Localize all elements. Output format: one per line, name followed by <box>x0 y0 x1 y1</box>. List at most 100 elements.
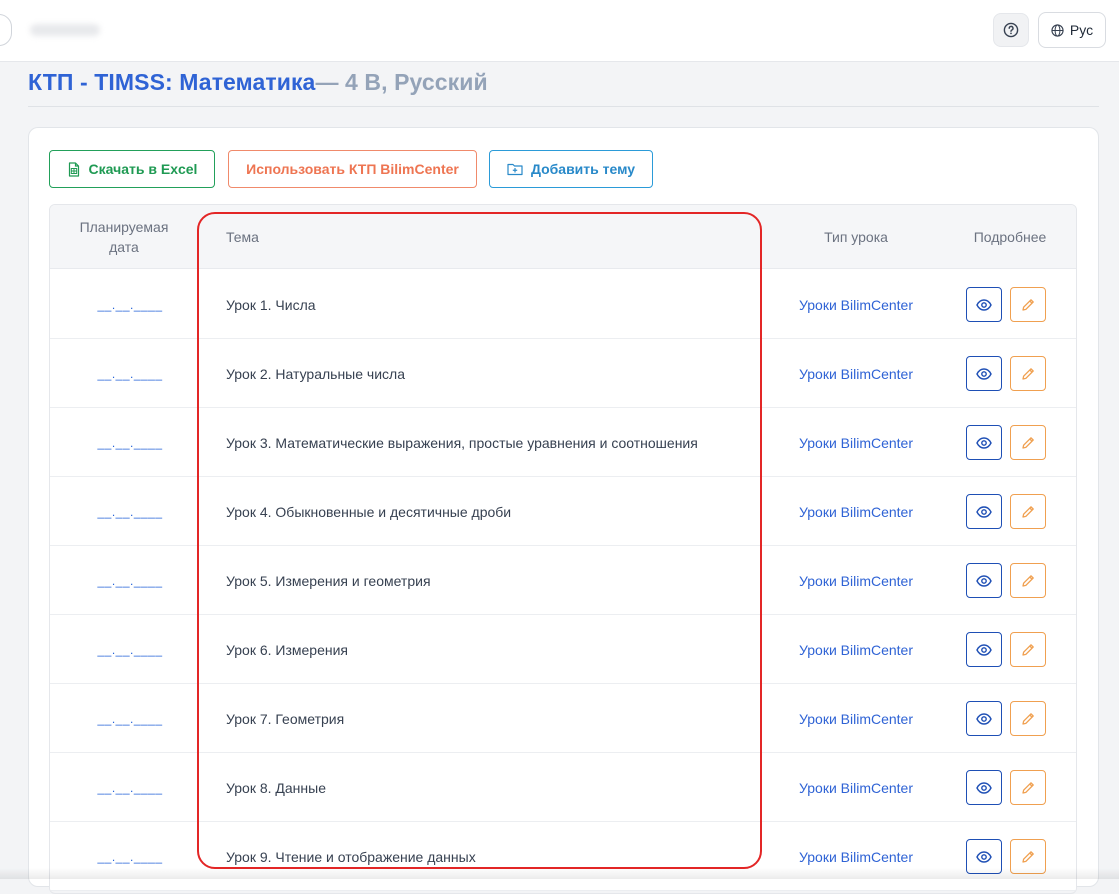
pencil-icon <box>1022 574 1034 587</box>
planned-date: __.__.____ <box>97 504 163 519</box>
row-actions <box>966 408 1046 477</box>
lesson-type-link[interactable]: Уроки BilimCenter <box>770 339 942 408</box>
lesson-type-link[interactable]: Уроки BilimCenter <box>770 684 942 753</box>
pencil-icon <box>1022 781 1034 794</box>
edit-button[interactable] <box>1010 701 1046 736</box>
topic-title: Урок 5. Измерения и геометрия <box>226 572 431 589</box>
eye-icon <box>976 574 992 587</box>
eye-icon <box>976 712 992 725</box>
column-header-more: Подробнее <box>973 229 1047 245</box>
column-header-topic: Тема <box>226 229 259 245</box>
ktp-card: Скачать в Excel Использовать КТП BilimCe… <box>28 127 1099 894</box>
edit-button[interactable] <box>1010 632 1046 667</box>
folder-plus-icon <box>507 163 523 176</box>
eye-icon <box>976 367 992 380</box>
table-row: __.__.____ Урок 3. Математические выражен… <box>50 408 1076 477</box>
row-actions <box>966 339 1046 408</box>
planned-date: __.__.____ <box>97 780 163 795</box>
topic-title: Урок 4. Обыкновенные и десятичные дроби <box>226 503 512 520</box>
table-row: __.__.____ Урок 7. Геометрия Уроки BilimCe… <box>50 684 1076 753</box>
help-button[interactable] <box>993 13 1029 47</box>
planned-date: __.__.____ <box>97 711 163 726</box>
spreadsheet-file-icon <box>68 161 79 177</box>
pencil-icon <box>1022 643 1034 656</box>
eye-icon <box>976 505 992 518</box>
edit-button[interactable] <box>1010 356 1046 391</box>
row-actions <box>966 684 1046 753</box>
view-button[interactable] <box>966 563 1002 598</box>
edit-button[interactable] <box>1010 494 1046 529</box>
column-header-date: Планируемая дата <box>79 219 169 255</box>
pencil-icon <box>1022 298 1034 311</box>
pencil-icon <box>1022 505 1034 518</box>
pencil-icon <box>1022 436 1034 449</box>
eye-icon <box>976 298 992 311</box>
view-button[interactable] <box>966 287 1002 322</box>
view-button[interactable] <box>966 632 1002 667</box>
topic-title: Урок 2. Натуральные числа <box>226 365 405 382</box>
eye-icon <box>976 781 992 794</box>
back-button[interactable] <box>0 14 12 46</box>
view-button[interactable] <box>966 356 1002 391</box>
bottom-fade <box>0 868 1119 879</box>
add-topic-button[interactable]: Добавить тему <box>489 150 653 188</box>
pencil-icon <box>1022 712 1034 725</box>
edit-button[interactable] <box>1010 425 1046 460</box>
table-row: __.__.____ Урок 1. Числа Уроки BilimCenter <box>50 270 1076 339</box>
lesson-type-link[interactable]: Уроки BilimCenter <box>770 546 942 615</box>
planned-date: __.__.____ <box>97 366 163 381</box>
column-header-type: Тип урока <box>824 229 888 245</box>
topic-title: Урок 1. Числа <box>226 296 316 313</box>
eye-icon <box>976 850 992 863</box>
row-actions <box>966 546 1046 615</box>
add-topic-label: Добавить тему <box>530 161 636 177</box>
row-actions <box>966 477 1046 546</box>
use-bilimcenter-ktp-button[interactable]: Использовать КТП BilimCenter <box>228 150 477 188</box>
lesson-type-link[interactable]: Уроки BilimCenter <box>770 477 942 546</box>
breadcrumb <box>30 24 100 36</box>
question-circle-icon <box>1003 22 1019 38</box>
download-excel-button[interactable]: Скачать в Excel <box>49 150 215 188</box>
planned-date: __.__.____ <box>97 297 163 312</box>
lesson-type-link[interactable]: Уроки BilimCenter <box>770 408 942 477</box>
row-actions <box>966 822 1046 891</box>
planned-date: __.__.____ <box>97 435 163 450</box>
edit-button[interactable] <box>1010 563 1046 598</box>
globe-icon <box>1051 23 1064 37</box>
eye-icon <box>976 436 992 449</box>
view-button[interactable] <box>966 701 1002 736</box>
lesson-type-link[interactable]: Уроки BilimCenter <box>770 270 942 339</box>
topic-title: Урок 7. Геометрия <box>226 710 345 727</box>
eye-icon <box>976 643 992 656</box>
page-title: КТП - TIMSS: Математика— 4 В, Русский <box>28 69 488 96</box>
table-row: __.__.____ Урок 6. Измерения Уроки BilimCe… <box>50 615 1076 684</box>
table-row: __.__.____ Урок 2. Натуральные числа Уроки… <box>50 339 1076 408</box>
edit-button[interactable] <box>1010 770 1046 805</box>
top-bar: Рус <box>0 0 1119 62</box>
lesson-type-link[interactable]: Уроки BilimCenter <box>770 615 942 684</box>
topic-title: Урок 6. Измерения <box>226 641 349 658</box>
topic-title: Урок 8. Данные <box>226 779 326 796</box>
planned-date: __.__.____ <box>97 642 163 657</box>
view-button[interactable] <box>966 494 1002 529</box>
planned-date: __.__.____ <box>97 849 163 864</box>
lesson-type-link[interactable]: Уроки BilimCenter <box>770 822 942 891</box>
view-button[interactable] <box>966 425 1002 460</box>
table-header: Планируемая дата Тема Тип урока Подробне… <box>50 205 1076 269</box>
topic-title: Урок 3. Математические выражения, просты… <box>226 434 698 451</box>
use-bilimcenter-ktp-label: Использовать КТП BilimCenter <box>246 161 459 177</box>
lesson-type-link[interactable]: Уроки BilimCenter <box>770 753 942 822</box>
view-button[interactable] <box>966 770 1002 805</box>
language-button[interactable]: Рус <box>1038 12 1106 48</box>
table-row: __.__.____ Урок 4. Обыкновенные и десятич… <box>50 477 1076 546</box>
table-row: __.__.____ Урок 8. Данные Уроки BilimCente… <box>50 753 1076 822</box>
download-excel-label: Скачать в Excel <box>88 161 198 177</box>
row-actions <box>966 753 1046 822</box>
topic-title: Урок 9. Чтение и отображение данных <box>226 848 476 865</box>
planned-date: __.__.____ <box>97 573 163 588</box>
edit-button[interactable] <box>1010 287 1046 322</box>
language-label: Рус <box>1069 22 1094 38</box>
page-title-main: КТП - TIMSS: Математика <box>28 69 316 95</box>
page-title-class: — 4 В, Русский <box>315 69 488 95</box>
pencil-icon <box>1022 850 1034 863</box>
